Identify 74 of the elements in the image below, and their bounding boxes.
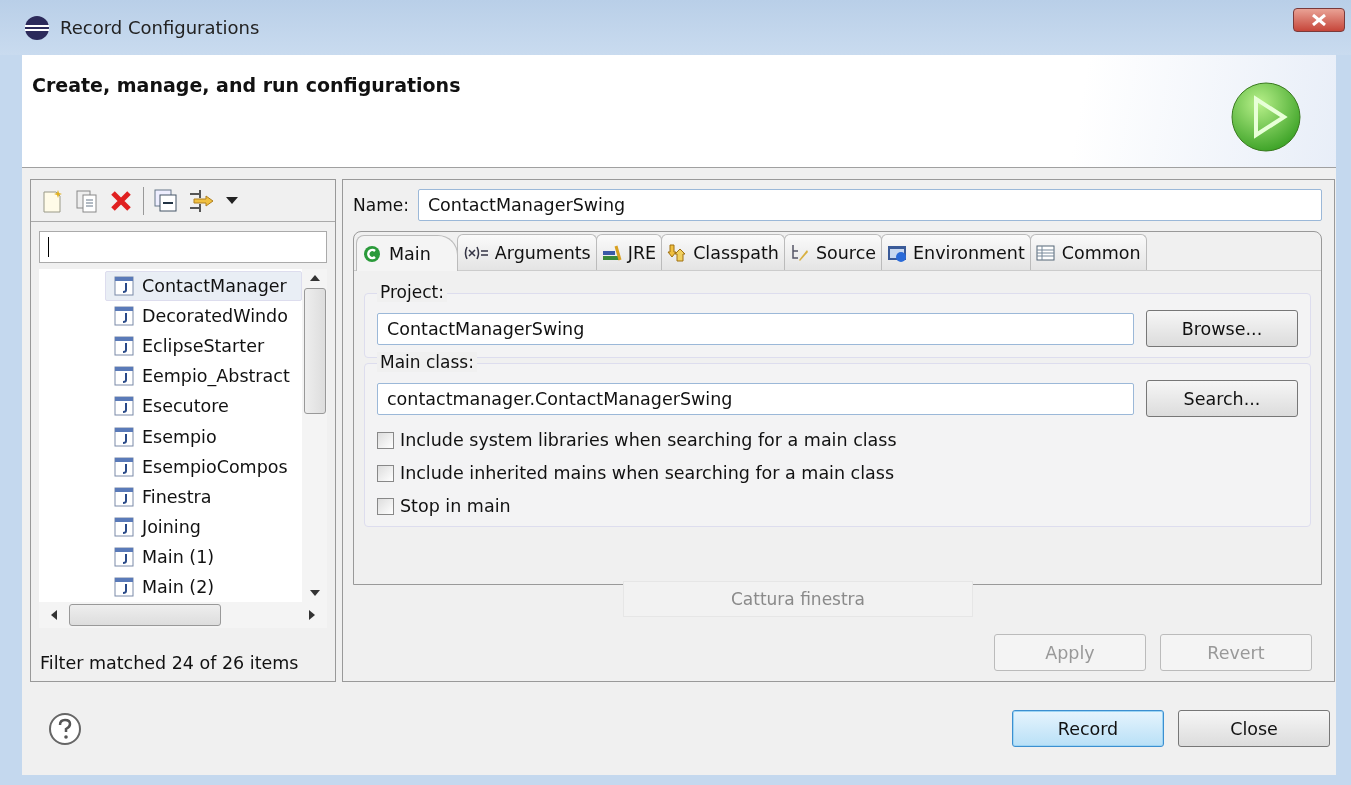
java-class-icon: [114, 306, 134, 327]
name-label: Name:: [353, 195, 409, 215]
filter-status: Filter matched 24 of 26 items: [40, 653, 300, 673]
project-action-button[interactable]: Browse...: [1146, 310, 1298, 347]
java-class-icon: [114, 396, 134, 417]
dropdown-caret-icon[interactable]: [226, 196, 238, 205]
main-class-field[interactable]: contactmanager.ContactManagerSwing: [377, 382, 1134, 415]
tree-item[interactable]: EclipseStarter: [105, 331, 302, 362]
copy-icon: [75, 188, 99, 213]
header-title: Create, manage, and run configurations: [32, 74, 461, 98]
classpath-icon: [667, 243, 688, 262]
project-label: Project:: [377, 282, 447, 302]
dialog-button[interactable]: Close: [1178, 710, 1330, 747]
tab[interactable]: Source: [783, 234, 883, 270]
tree-item[interactable]: DecoratedWindo: [105, 301, 302, 332]
java-class-icon: [114, 577, 134, 597]
checkbox-label: Stop in main: [400, 496, 511, 516]
main-class-label: Main class:: [377, 352, 477, 372]
scroll-right-icon: [309, 610, 315, 620]
play-icon: [1230, 81, 1302, 153]
window-title: Record Configurations: [60, 17, 261, 38]
scroll-up-icon: [309, 275, 320, 281]
tab[interactable]: Arguments: [456, 234, 597, 270]
tree-item[interactable]: Esecutore: [105, 391, 302, 422]
java-class-icon: [114, 546, 134, 567]
main-class-action-button[interactable]: Search...: [1146, 380, 1298, 417]
checkbox[interactable]: [377, 431, 394, 449]
java-class-icon: [114, 456, 134, 477]
filter-icon[interactable]: [188, 188, 216, 213]
tree-item[interactable]: Joining: [105, 511, 302, 542]
tree-item[interactable]: EsempioCompos: [105, 451, 302, 482]
scroll-left-icon: [51, 610, 57, 620]
checkbox-label: Include system libraries when searching for a main class: [400, 430, 897, 450]
java-class-icon: [114, 426, 134, 447]
tree-item[interactable]: Finestra: [105, 481, 302, 512]
checkbox-label: Include inherited mains when searching for a main class: [400, 463, 895, 483]
tab[interactable]: Main: [356, 235, 458, 271]
close-button[interactable]: [1293, 7, 1345, 32]
close-icon: [1311, 13, 1327, 26]
java-class-icon: [114, 486, 134, 507]
tree-item[interactable]: ContactManager: [105, 271, 302, 302]
java-class-icon: [114, 276, 134, 297]
app-logo-icon: [24, 14, 50, 41]
tab[interactable]: JRE: [595, 234, 663, 270]
java-class-icon: [114, 516, 134, 537]
horizontal-scrollbar[interactable]: [39, 602, 327, 628]
table-icon: [1035, 243, 1056, 262]
vertical-scrollbar[interactable]: [302, 269, 327, 602]
run-icon: [363, 244, 383, 263]
delete-button[interactable]: [109, 188, 133, 213]
tree-item[interactable]: Eempio_Abstract: [105, 361, 302, 392]
checkbox[interactable]: [377, 464, 394, 482]
source-tree-icon: [789, 243, 810, 262]
tree-item[interactable]: Esempio: [105, 421, 302, 452]
java-class-icon: [114, 366, 134, 387]
java-class-icon: [114, 336, 134, 357]
environment-icon: [887, 243, 908, 262]
tab[interactable]: Classpath: [661, 234, 785, 270]
name-field[interactable]: ContactManagerSwing: [417, 189, 1322, 221]
project-field[interactable]: ContactManagerSwing: [377, 312, 1134, 345]
scroll-down-icon: [309, 590, 320, 596]
faded-tooltip: Cattura finestra: [623, 581, 973, 617]
collapse-all-icon[interactable]: [154, 188, 178, 213]
tree-item[interactable]: Main (1): [105, 541, 302, 572]
help-icon[interactable]: [48, 711, 82, 746]
checkbox[interactable]: [377, 497, 394, 515]
tab[interactable]: Common: [1029, 234, 1147, 270]
tab[interactable]: Environment: [881, 234, 1031, 270]
tree-item[interactable]: Main (2): [105, 571, 302, 602]
copy-button[interactable]: [75, 188, 99, 213]
books-icon: [601, 243, 622, 262]
delete-icon: [109, 188, 133, 213]
dialog-button[interactable]: Record: [1012, 710, 1164, 747]
filter-field[interactable]: [39, 231, 327, 263]
